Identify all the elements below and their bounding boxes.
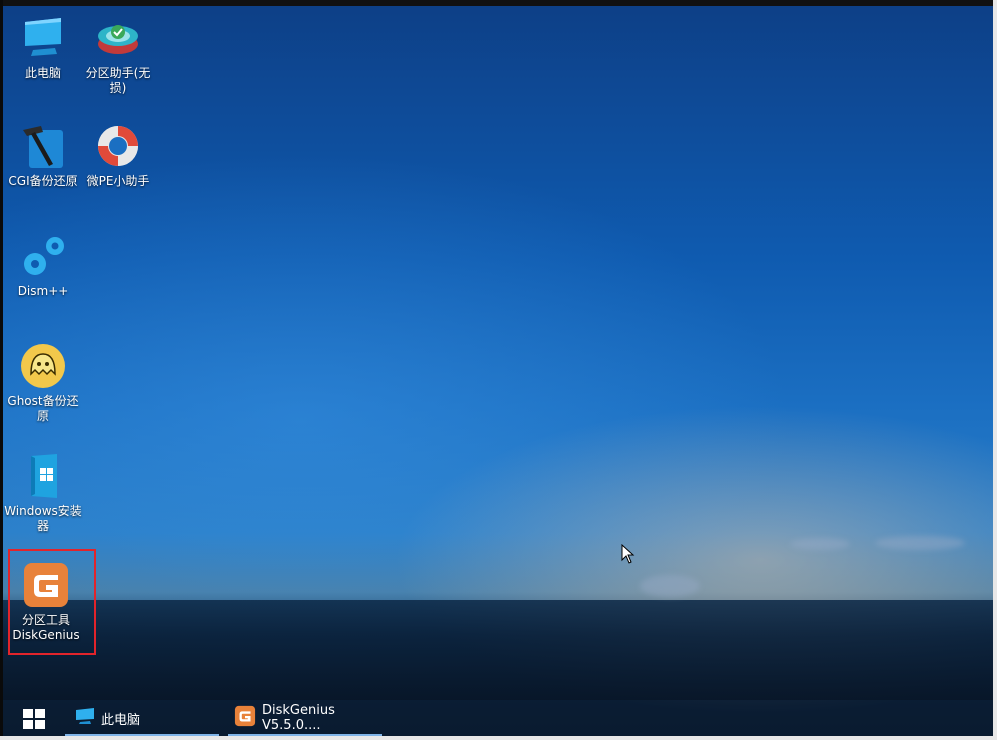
- cloud: [875, 536, 965, 550]
- mouse-cursor-icon: [621, 543, 635, 568]
- desktop-icon-label: 此电脑: [24, 66, 61, 80]
- desktop-icon-this-pc[interactable]: 此电脑: [3, 14, 83, 81]
- lifebuoy-icon: [94, 122, 142, 170]
- monitor-icon: [19, 14, 67, 62]
- diskgenius-icon: [234, 705, 256, 731]
- cgi-hammer-icon: [19, 122, 67, 170]
- desktop-icon-label: Dism++: [17, 284, 69, 298]
- desktop-icon-ghost-backup[interactable]: Ghost备份还原: [3, 342, 83, 424]
- desktop-icon-partition-assistant[interactable]: 分区助手(无损): [78, 14, 158, 96]
- desktop-icon-label: CGI备份还原: [8, 174, 78, 188]
- windows-logo-icon[interactable]: [23, 709, 45, 729]
- taskbar-item-this-pc[interactable]: 此电脑: [65, 700, 219, 736]
- desktop-icon-cgi-backup[interactable]: CGI备份还原: [3, 122, 83, 189]
- desktop-wallpaper: [0, 0, 997, 740]
- desktop-icon-dism[interactable]: Dism++: [3, 232, 83, 299]
- desktop-icon-label: Ghost备份还原: [7, 394, 79, 423]
- ghost-icon: [19, 342, 67, 390]
- taskbar: 此电脑 DiskGenius V5.5.0....: [3, 700, 993, 736]
- partition-assistant-icon: [94, 14, 142, 62]
- monitor-bezel-right: [993, 0, 997, 740]
- monitor-bezel-top: [0, 0, 997, 6]
- desktop-icon-micro-pe-helper[interactable]: 微PE小助手: [78, 122, 158, 189]
- ocean-horizon: [0, 600, 997, 700]
- cloud: [790, 538, 850, 550]
- monitor-icon: [75, 708, 95, 728]
- highlight-box: [8, 549, 96, 655]
- desktop-icon-label: Windows安装器: [4, 504, 82, 533]
- desktop-icon-label: 微PE小助手: [86, 174, 150, 188]
- desktop-icon-label: 分区助手(无损): [85, 66, 151, 95]
- taskbar-item-label: 此电脑: [101, 712, 141, 728]
- windows-installer-icon: [19, 452, 67, 500]
- taskbar-item-label: DiskGenius V5.5.0....: [262, 703, 335, 733]
- cloud: [640, 575, 700, 597]
- desktop-icon-windows-installer[interactable]: Windows安装器: [3, 452, 83, 534]
- monitor-bezel-bottom: [0, 736, 997, 740]
- taskbar-item-diskgenius[interactable]: DiskGenius V5.5.0....: [228, 700, 382, 736]
- gears-icon: [19, 232, 67, 280]
